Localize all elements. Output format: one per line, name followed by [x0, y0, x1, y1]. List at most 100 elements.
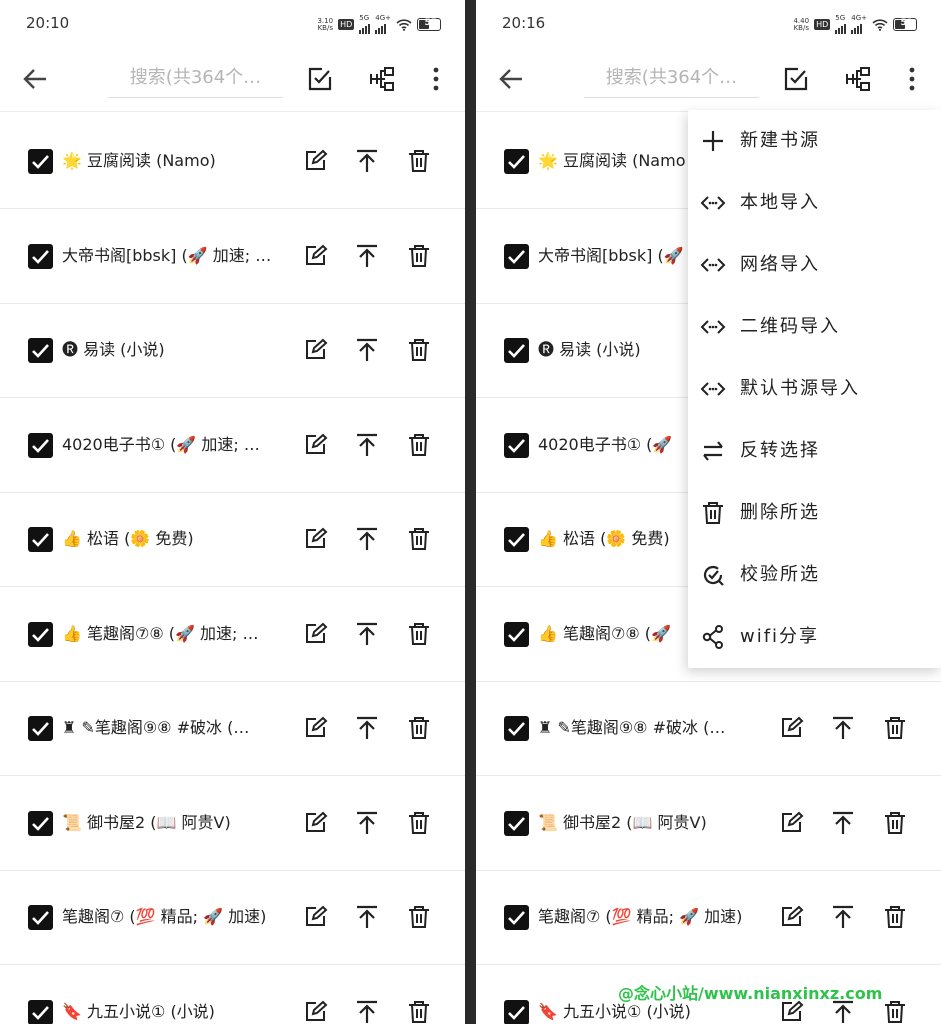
- menu-item-label: 网络导入: [740, 254, 820, 275]
- menu-item[interactable]: 反转选择: [688, 420, 941, 482]
- menu-item[interactable]: 二维码导入: [688, 296, 941, 358]
- menu-item[interactable]: 删除所选: [688, 482, 941, 544]
- checkbox[interactable]: [28, 716, 53, 741]
- checkbox[interactable]: [28, 149, 53, 174]
- list-item[interactable]: 📜 御书屋2 (📖 阿贵V): [0, 777, 465, 871]
- checkbox[interactable]: [504, 243, 529, 269]
- top-arrow-icon[interactable]: [830, 810, 856, 836]
- checkbox[interactable]: [28, 810, 53, 836]
- back-arrow-icon[interactable]: [20, 64, 50, 94]
- source-name: 笔趣阁⑦ (💯 精品; 🚀 加速): [62, 907, 267, 926]
- delete-icon[interactable]: [882, 904, 908, 930]
- source-name: ♜ ✎笔趣阁⑨⑧ #破冰 (…: [62, 718, 250, 737]
- delete-icon[interactable]: [406, 810, 432, 836]
- list-item[interactable]: 🅡 易读 (小说): [0, 304, 465, 398]
- select-edit-icon[interactable]: [782, 65, 810, 93]
- top-arrow-icon[interactable]: [354, 337, 380, 363]
- edit-icon[interactable]: [302, 621, 328, 647]
- delete-icon[interactable]: [406, 904, 432, 930]
- checkbox[interactable]: [504, 905, 529, 930]
- menu-item[interactable]: 网络导入: [688, 234, 941, 296]
- top-arrow-icon[interactable]: [354, 148, 380, 174]
- checkbox[interactable]: [28, 905, 53, 930]
- checkbox[interactable]: [28, 999, 53, 1024]
- list-item[interactable]: 📜 御书屋2 (📖 阿贵V): [476, 777, 941, 871]
- back-arrow-icon[interactable]: [496, 64, 526, 94]
- source-name: 📜 御书屋2 (📖 阿贵V): [538, 812, 707, 832]
- edit-icon[interactable]: [778, 715, 804, 741]
- edit-icon[interactable]: [778, 810, 804, 836]
- checkbox[interactable]: [504, 810, 529, 836]
- top-arrow-icon[interactable]: [354, 621, 380, 647]
- list-item[interactable]: ♜ ✎笔趣阁⑨⑧ #破冰 (…: [0, 682, 465, 776]
- delete-icon[interactable]: [882, 999, 908, 1024]
- edit-icon[interactable]: [778, 904, 804, 930]
- delete-icon[interactable]: [406, 432, 432, 458]
- group-icon[interactable]: [368, 65, 396, 93]
- menu-item[interactable]: 默认书源导入: [688, 358, 941, 420]
- edit-icon[interactable]: [302, 148, 328, 174]
- edit-icon[interactable]: [302, 904, 328, 930]
- top-arrow-icon[interactable]: [354, 432, 380, 458]
- status-time: 20:16: [502, 14, 546, 32]
- list-item[interactable]: ♜ ✎笔趣阁⑨⑧ #破冰 (…: [476, 682, 941, 776]
- list-item[interactable]: 笔趣阁⑦ (💯 精品; 🚀 加速): [476, 871, 941, 965]
- select-edit-icon[interactable]: [306, 65, 334, 93]
- checkbox[interactable]: [28, 243, 53, 269]
- checkbox[interactable]: [28, 621, 53, 647]
- menu-item[interactable]: 新建书源: [688, 110, 941, 172]
- list-item[interactable]: 🌟 豆腐阅读 (Namo): [0, 115, 465, 209]
- edit-icon[interactable]: [302, 243, 328, 269]
- checkbox[interactable]: [28, 527, 53, 552]
- delete-icon[interactable]: [406, 621, 432, 647]
- top-arrow-icon[interactable]: [354, 715, 380, 741]
- checkbox[interactable]: [504, 999, 529, 1024]
- delete-icon[interactable]: [882, 810, 908, 836]
- search-input[interactable]: 搜索(共364个…: [584, 64, 759, 98]
- edit-icon[interactable]: [302, 999, 328, 1024]
- delete-icon[interactable]: [406, 148, 432, 174]
- checkbox[interactable]: [504, 527, 529, 552]
- top-arrow-icon[interactable]: [354, 243, 380, 269]
- top-arrow-icon[interactable]: [354, 904, 380, 930]
- checkbox[interactable]: [28, 432, 53, 458]
- edit-icon[interactable]: [302, 337, 328, 363]
- edit-icon[interactable]: [302, 810, 328, 836]
- menu-item[interactable]: 校验所选: [688, 544, 941, 606]
- checkbox[interactable]: [504, 621, 529, 647]
- group-icon[interactable]: [844, 65, 872, 93]
- list-item[interactable]: 4020电子书① (🚀 加速; …: [0, 399, 465, 493]
- checkbox[interactable]: [504, 338, 529, 363]
- top-arrow-icon[interactable]: [830, 715, 856, 741]
- list-item[interactable]: 🔖 九五小说① (小说): [0, 966, 465, 1024]
- delete-icon[interactable]: [406, 715, 432, 741]
- top-arrow-icon[interactable]: [354, 526, 380, 552]
- list-item[interactable]: 👍 笔趣阁⑦⑧ (🚀 加速; …: [0, 588, 465, 682]
- menu-item-label: 删除所选: [740, 502, 820, 523]
- delete-icon[interactable]: [406, 337, 432, 363]
- edit-icon[interactable]: [302, 432, 328, 458]
- search-input[interactable]: 搜索(共364个…: [108, 64, 283, 98]
- edit-icon[interactable]: [302, 715, 328, 741]
- checkbox[interactable]: [504, 149, 529, 174]
- delete-icon[interactable]: [882, 715, 908, 741]
- delete-icon[interactable]: [406, 526, 432, 552]
- code-import-icon: [700, 190, 726, 216]
- list-item[interactable]: 大帝书阁[bbsk] (🚀 加速; …: [0, 210, 465, 304]
- delete-icon[interactable]: [406, 999, 432, 1024]
- checkbox[interactable]: [504, 716, 529, 741]
- edit-icon[interactable]: [302, 526, 328, 552]
- menu-item[interactable]: 本地导入: [688, 172, 941, 234]
- more-vert-icon[interactable]: [898, 65, 926, 93]
- top-arrow-icon[interactable]: [354, 810, 380, 836]
- list-item[interactable]: 👍 松语 (🌼 免费): [0, 493, 465, 587]
- checkbox[interactable]: [28, 338, 53, 363]
- delete-icon[interactable]: [406, 243, 432, 269]
- checkbox[interactable]: [504, 432, 529, 458]
- list-item[interactable]: 笔趣阁⑦ (💯 精品; 🚀 加速): [0, 871, 465, 965]
- status-icons: 3.10 KB/s HD 5G 4G+ 55: [317, 15, 441, 34]
- menu-item[interactable]: wifi分享: [688, 606, 941, 668]
- top-arrow-icon[interactable]: [830, 904, 856, 930]
- top-arrow-icon[interactable]: [354, 999, 380, 1024]
- more-vert-icon[interactable]: [422, 65, 450, 93]
